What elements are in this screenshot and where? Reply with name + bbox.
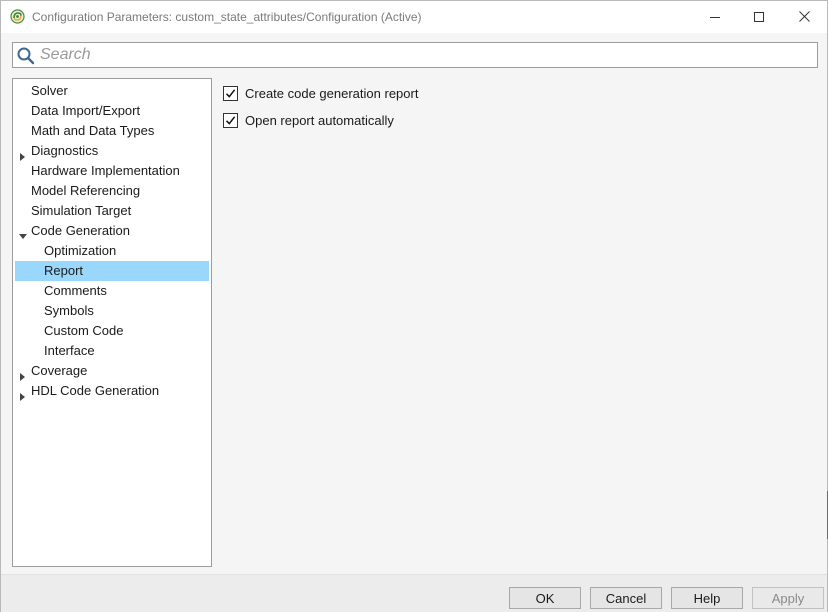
- search-icon: [17, 47, 35, 65]
- tree-item-label: HDL Code Generation: [31, 383, 160, 398]
- tree-item-label: Interface: [44, 343, 95, 358]
- create-report-checkbox[interactable]: [223, 85, 238, 101]
- simulink-icon: [10, 9, 25, 24]
- tree-item-coverage[interactable]: Coverage: [15, 361, 209, 381]
- open-report-checkbox-row[interactable]: Open report automatically: [223, 110, 394, 130]
- search-input[interactable]: [40, 43, 815, 67]
- help-button[interactable]: Help: [671, 587, 743, 609]
- close-button[interactable]: [781, 1, 827, 32]
- tree-item-report[interactable]: Report: [15, 261, 209, 281]
- tree-item-hardware-implementation[interactable]: Hardware Implementation: [15, 161, 209, 181]
- tree-item-model-referencing[interactable]: Model Referencing: [15, 181, 209, 201]
- collapsed-arrow-icon[interactable]: [19, 367, 27, 381]
- configuration-parameters-dialog: Configuration Parameters: custom_state_a…: [0, 0, 828, 612]
- tree-item-data-import-export[interactable]: Data Import/Export: [15, 101, 209, 121]
- tree-item-label: Math and Data Types: [31, 123, 155, 138]
- tree-item-comments[interactable]: Comments: [15, 281, 209, 301]
- button-bar: OK Cancel Help Apply: [1, 574, 827, 612]
- category-tree[interactable]: Solver Data Import/Export Math and Data Ty…: [12, 78, 212, 567]
- tree-item-custom-code[interactable]: Custom Code: [15, 321, 209, 341]
- collapsed-arrow-icon[interactable]: [19, 147, 27, 161]
- collapsed-arrow-icon[interactable]: [19, 387, 27, 401]
- tree-item-label: Diagnostics: [31, 143, 99, 158]
- maximize-icon: [754, 11, 764, 22]
- open-report-label: Open report automatically: [245, 112, 394, 128]
- report-settings-pane: Create code generation report Open repor…: [223, 81, 818, 567]
- tree-item-code-generation[interactable]: Code Generation: [15, 221, 209, 241]
- tree-item-symbols[interactable]: Symbols: [15, 301, 209, 321]
- create-report-checkbox-row[interactable]: Create code generation report: [223, 83, 418, 103]
- tree-item-optimization[interactable]: Optimization: [15, 241, 209, 261]
- ok-button[interactable]: OK: [509, 587, 581, 609]
- title-bar[interactable]: Configuration Parameters: custom_state_a…: [1, 1, 827, 33]
- tree-item-label: Hardware Implementation: [31, 163, 180, 178]
- maximize-button[interactable]: [736, 1, 782, 32]
- window-title: Configuration Parameters: custom_state_a…: [32, 10, 422, 24]
- create-report-label: Create code generation report: [245, 85, 419, 101]
- tree-item-simulation-target[interactable]: Simulation Target: [15, 201, 209, 221]
- minimize-button[interactable]: [692, 1, 738, 32]
- tree-item-label: Data Import/Export: [31, 103, 141, 118]
- tree-item-math-and-data-types[interactable]: Math and Data Types: [15, 121, 209, 141]
- tree-item-label: Simulation Target: [31, 203, 132, 218]
- close-icon: [798, 11, 810, 22]
- tree-item-label: Comments: [44, 283, 107, 298]
- tree-item-label: Optimization: [44, 243, 117, 258]
- tree-item-label: Report: [44, 263, 84, 278]
- tree-item-diagnostics[interactable]: Diagnostics: [15, 141, 209, 161]
- expanded-arrow-icon[interactable]: [19, 227, 27, 239]
- tree-item-label: Solver: [31, 83, 68, 98]
- tree-item-label: Custom Code: [44, 323, 124, 338]
- tree-item-label: Model Referencing: [31, 183, 141, 198]
- cancel-button[interactable]: Cancel: [590, 587, 662, 609]
- minimize-icon: [710, 12, 720, 22]
- tree-item-label: Symbols: [44, 303, 94, 318]
- apply-button[interactable]: Apply: [752, 587, 824, 609]
- tree-item-label: Code Generation: [31, 223, 131, 238]
- tree-item-interface[interactable]: Interface: [15, 341, 209, 361]
- tree-item-label: Coverage: [31, 363, 88, 378]
- search-box[interactable]: [12, 42, 818, 68]
- tree-item-solver[interactable]: Solver: [15, 81, 209, 101]
- open-report-checkbox[interactable]: [223, 112, 238, 128]
- tree-item-hdl-code-generation[interactable]: HDL Code Generation: [15, 381, 209, 401]
